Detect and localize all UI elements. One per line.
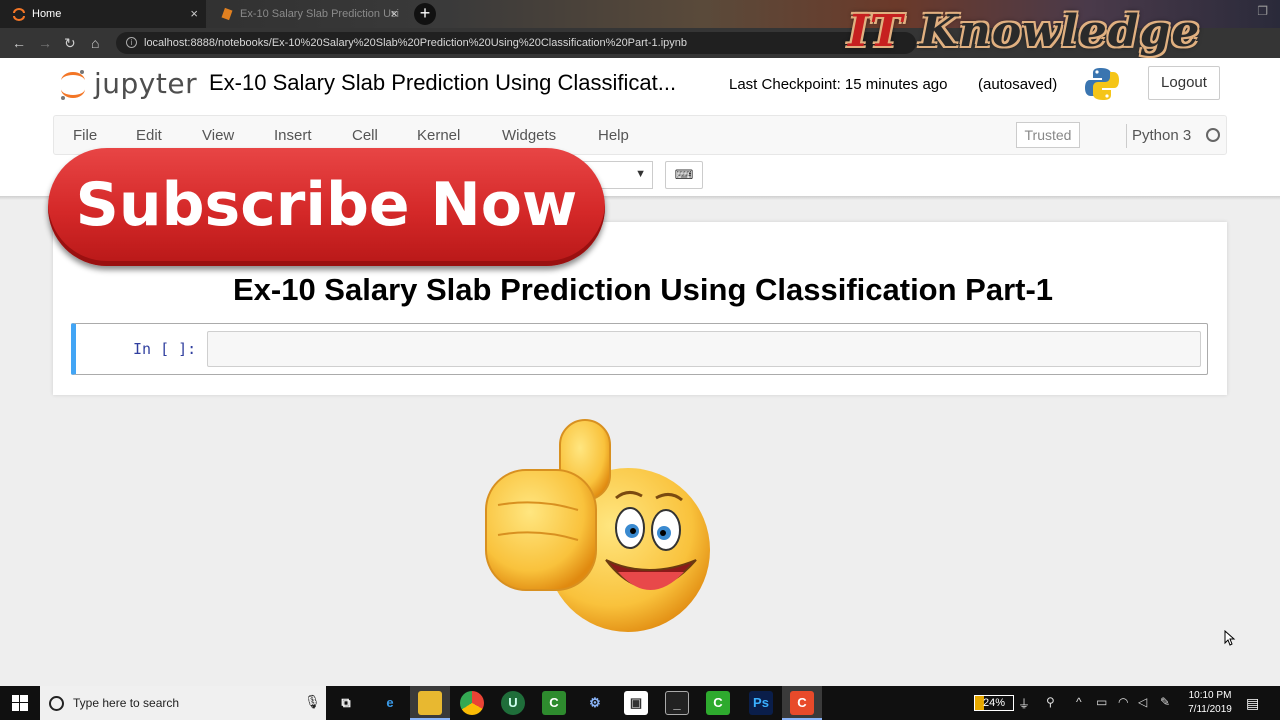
chrome-icon[interactable] bbox=[460, 691, 484, 715]
subscribe-banner: Subscribe Now bbox=[48, 148, 605, 266]
notebook-name[interactable]: Ex-10 Salary Slab Prediction Using Class… bbox=[209, 70, 676, 96]
menu-file[interactable]: File bbox=[73, 127, 97, 144]
jupyter-logo-text: jupyter bbox=[94, 67, 198, 100]
keyboard-icon: ⌨ bbox=[674, 167, 694, 182]
menu-view[interactable]: View bbox=[202, 127, 234, 144]
python-logo-icon bbox=[1085, 68, 1119, 100]
code-cell[interactable]: In [ ]: bbox=[71, 323, 1208, 375]
tab-label: Ex-10 Salary Slab Prediction Usi bbox=[240, 8, 399, 20]
camtasia-icon[interactable]: C bbox=[706, 691, 730, 715]
kernel-name[interactable]: Python 3 bbox=[1132, 127, 1191, 144]
plug-icon: ⏚ bbox=[1018, 697, 1031, 711]
menu-kernel[interactable]: Kernel bbox=[417, 127, 460, 144]
close-icon[interactable]: × bbox=[190, 0, 198, 28]
notification-icon[interactable]: ▤ bbox=[1246, 695, 1259, 712]
jupyter-logo[interactable]: jupyter bbox=[58, 67, 197, 107]
notebook-favicon-icon bbox=[221, 7, 233, 21]
home-icon[interactable]: ⌂ bbox=[91, 35, 99, 51]
caret-down-icon: ▼ bbox=[635, 168, 646, 180]
command-palette-button[interactable]: ⌨ bbox=[665, 161, 703, 189]
tab-label: Home bbox=[32, 8, 62, 20]
info-icon[interactable]: i bbox=[126, 37, 137, 48]
jupyter-favicon-icon bbox=[13, 8, 25, 21]
task-view-icon[interactable]: ⧉ bbox=[334, 691, 358, 715]
camtasia-green-icon[interactable]: C bbox=[542, 691, 566, 715]
mouse-pointer-icon bbox=[1224, 630, 1236, 646]
cortana-icon bbox=[49, 696, 64, 711]
battery-indicator[interactable]: 24% bbox=[974, 695, 1014, 711]
back-icon[interactable]: ← bbox=[12, 35, 26, 51]
taskbar-search[interactable]: Type here to search 🎙 bbox=[40, 686, 326, 720]
microphone-icon[interactable]: 🎙 bbox=[304, 694, 321, 710]
watermark-prefix: IT bbox=[848, 6, 904, 57]
reload-icon[interactable]: ↻ bbox=[64, 35, 76, 51]
edge-icon[interactable]: e bbox=[378, 691, 402, 715]
clock-time: 10:10 PM bbox=[1188, 690, 1232, 701]
trusted-indicator[interactable]: Trusted bbox=[1016, 122, 1080, 148]
search-placeholder: Type here to search bbox=[73, 696, 180, 710]
windows-start-icon[interactable] bbox=[12, 695, 28, 711]
thumbs-up-emoji-icon bbox=[485, 419, 710, 632]
url-field[interactable]: i localhost:8888/notebooks/Ex-10%20Salar… bbox=[116, 32, 916, 54]
autosave-status: (autosaved) bbox=[978, 76, 1058, 93]
url-text: localhost:8888/notebooks/Ex-10%20Salary%… bbox=[144, 37, 687, 49]
windows-taskbar: Type here to search 🎙 ⧉ e U C ⚙ ▣ _ C Ps… bbox=[0, 686, 1280, 720]
logout-button[interactable]: Logout bbox=[1148, 66, 1220, 100]
pen-icon[interactable]: ✎ bbox=[1160, 695, 1170, 709]
photoshop-icon[interactable]: Ps bbox=[749, 691, 773, 715]
battery-tray-icon[interactable]: ▭ bbox=[1096, 695, 1107, 709]
store-icon[interactable]: ▣ bbox=[624, 691, 648, 715]
volume-icon[interactable]: ◁ bbox=[1138, 695, 1147, 709]
menu-widgets[interactable]: Widgets bbox=[502, 127, 556, 144]
forward-icon[interactable]: → bbox=[38, 35, 52, 51]
divider bbox=[1126, 124, 1127, 148]
chevron-up-icon[interactable]: ^ bbox=[1076, 695, 1082, 709]
menu-cell[interactable]: Cell bbox=[352, 127, 378, 144]
close-icon[interactable]: × bbox=[390, 0, 398, 28]
clock-date: 7/11/2019 bbox=[1188, 704, 1232, 715]
taskbar-clock[interactable]: 10:10 PM 7/11/2019 bbox=[1180, 689, 1240, 717]
new-tab-button[interactable]: + bbox=[414, 3, 436, 25]
jupyter-logo-icon bbox=[61, 70, 85, 100]
kernel-idle-icon bbox=[1206, 128, 1220, 142]
upwork-icon[interactable]: U bbox=[501, 691, 525, 715]
menu-help[interactable]: Help bbox=[598, 127, 629, 144]
people-icon[interactable]: ⚲ bbox=[1046, 695, 1055, 709]
code-input[interactable] bbox=[207, 331, 1201, 367]
menu-insert[interactable]: Insert bbox=[274, 127, 312, 144]
menu-edit[interactable]: Edit bbox=[136, 127, 162, 144]
camtasia-recorder-icon[interactable]: C bbox=[790, 691, 814, 715]
network-app-icon[interactable]: ⚙ bbox=[583, 691, 607, 715]
tab-notebook[interactable]: Ex-10 Salary Slab Prediction Usi × bbox=[208, 0, 406, 28]
tab-home[interactable]: Home × bbox=[0, 0, 206, 28]
wifi-icon[interactable]: ◠ bbox=[1118, 695, 1128, 709]
file-explorer-icon[interactable] bbox=[418, 691, 442, 715]
terminal-icon[interactable]: _ bbox=[665, 691, 689, 715]
markdown-title[interactable]: Ex-10 Salary Slab Prediction Using Class… bbox=[53, 272, 1233, 308]
input-prompt: In [ ]: bbox=[133, 340, 197, 358]
checkpoint-status: Last Checkpoint: 15 minutes ago bbox=[729, 76, 948, 93]
